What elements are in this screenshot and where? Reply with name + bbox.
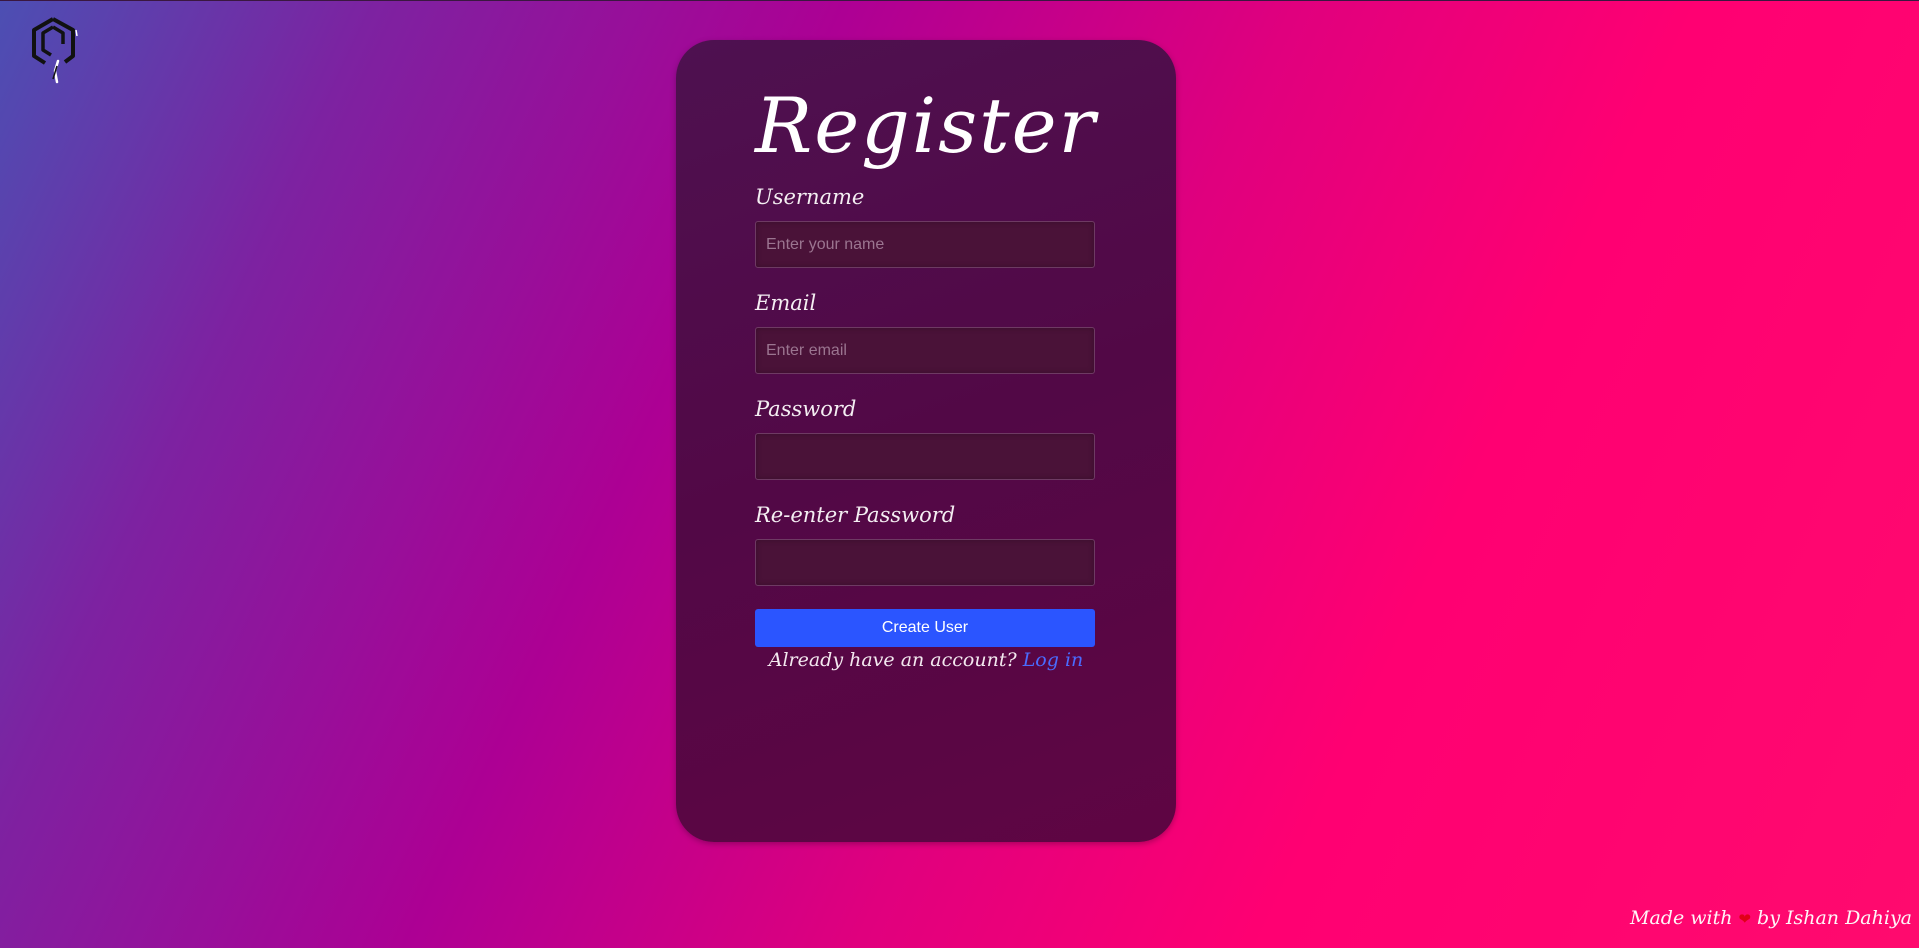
- password-label: Password: [755, 397, 857, 421]
- register-card: Register Username Email Password Re-ente…: [676, 40, 1176, 842]
- email-label: Email: [755, 291, 817, 315]
- footer-suffix: by Ishan Dahiya: [1757, 907, 1912, 929]
- create-user-button[interactable]: Create User: [755, 609, 1095, 647]
- hexagon-logo-icon[interactable]: [26, 16, 80, 88]
- username-label: Username: [755, 185, 865, 209]
- login-prompt: Already have an account? Log in: [676, 649, 1176, 671]
- top-border: [0, 0, 1919, 1]
- password-field[interactable]: [755, 433, 1095, 480]
- login-prompt-text: Already have an account?: [768, 649, 1017, 671]
- footer-credit: Made with ❤ by Ishan Dahiya: [1630, 907, 1912, 929]
- reenter-password-label: Re-enter Password: [755, 503, 956, 527]
- footer-prefix: Made with: [1630, 907, 1733, 929]
- login-link[interactable]: Log in: [1023, 649, 1084, 671]
- email-field[interactable]: [755, 327, 1095, 374]
- page-title: Register: [754, 81, 1097, 170]
- heart-icon: ❤: [1738, 910, 1752, 928]
- reenter-password-field[interactable]: [755, 539, 1095, 586]
- username-field[interactable]: [755, 221, 1095, 268]
